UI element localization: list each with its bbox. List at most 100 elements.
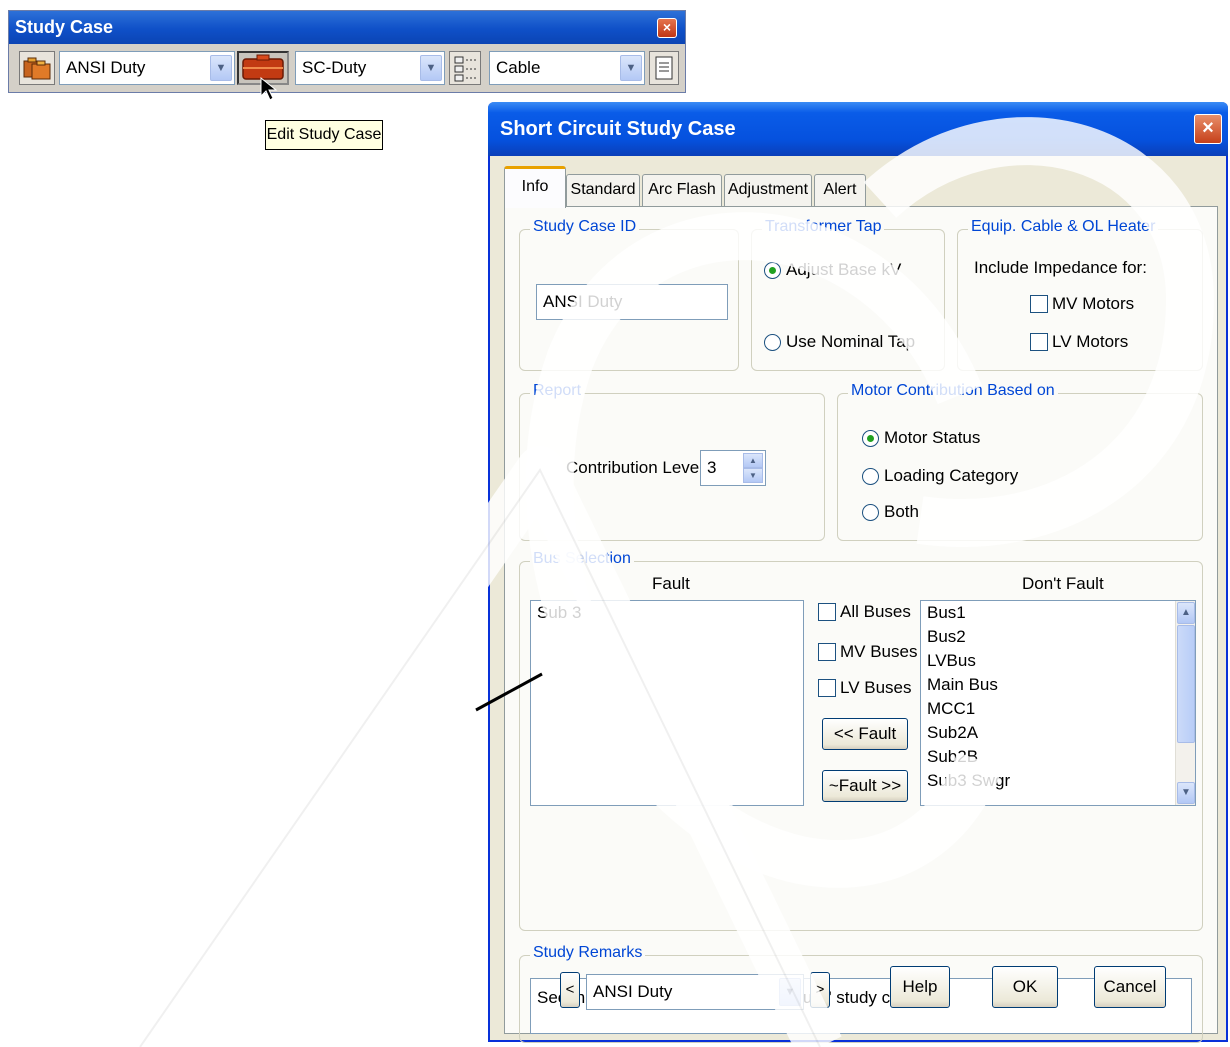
dont-fault-list-item[interactable]: Sub3 Swgr — [921, 769, 1195, 793]
sc-duty-combo[interactable]: SC-Duty ▼ — [295, 51, 445, 85]
study-case-id-group: Study Case ID ANSI Duty — [519, 218, 739, 371]
use-nominal-tap-radio[interactable]: Use Nominal Tap — [764, 332, 915, 352]
dont-fault-list-item[interactable]: Bus2 — [921, 625, 1195, 649]
report-document-icon[interactable] — [649, 51, 679, 85]
study-case-combo-value: ANSI Duty — [66, 58, 146, 77]
scroll-up-icon[interactable]: ▲ — [1177, 602, 1195, 624]
mv-motors-label: MV Motors — [1052, 294, 1135, 313]
pointer-line — [475, 672, 543, 712]
study-case-folder-icon[interactable] — [19, 51, 55, 85]
equip-cable-group: Equip. Cable & OL Heater Include Impedan… — [957, 218, 1203, 371]
loading-category-radio[interactable]: Loading Category — [862, 466, 1018, 486]
dont-fault-scrollbar[interactable]: ▲ ▼ — [1175, 601, 1195, 805]
toolbar-row: ANSI Duty ▼ SC-Duty ▼ Cable ▼ — [15, 48, 679, 88]
adjust-base-kv-label: Adjust Base kV — [786, 260, 902, 279]
checkbox-icon — [818, 603, 836, 621]
study-case-toolbar: Study Case × ANSI Duty ▼ SC-Duty ▼ Cable… — [8, 10, 686, 93]
help-button[interactable]: Help — [890, 966, 950, 1008]
edit-study-case-tooltip: Edit Study Case — [265, 120, 383, 150]
all-buses-checkbox[interactable]: All Buses — [818, 602, 911, 622]
mv-buses-checkbox[interactable]: MV Buses — [818, 642, 917, 662]
footer-case-combo[interactable]: ANSI Duty ▼ — [586, 974, 804, 1010]
transformer-tap-group: Transformer Tap Adjust Base kV Use Nomin… — [751, 218, 945, 371]
motor-contribution-label: Motor Contribution Based on — [848, 382, 1058, 400]
dont-fault-header: Don't Fault — [1022, 574, 1104, 593]
options-list-icon[interactable] — [449, 51, 481, 85]
both-radio[interactable]: Both — [862, 502, 919, 522]
lv-motors-checkbox[interactable]: LV Motors — [1030, 332, 1128, 352]
ok-button[interactable]: OK — [992, 966, 1058, 1008]
mv-buses-label: MV Buses — [840, 642, 918, 661]
tab-standard[interactable]: Standard — [566, 174, 640, 206]
dialog-title: Short Circuit Study Case — [488, 102, 1228, 156]
checkbox-icon — [1030, 333, 1048, 351]
add-fault-button[interactable]: << Fault — [822, 718, 908, 750]
short-circuit-study-case-dialog: Short Circuit Study Case × Study Case ID… — [488, 102, 1228, 1043]
tab-info[interactable]: Info — [504, 166, 566, 208]
cancel-button[interactable]: Cancel — [1094, 966, 1166, 1008]
dont-fault-list-item[interactable]: Sub2B — [921, 745, 1195, 769]
dont-fault-list-item[interactable]: Bus1 — [921, 601, 1195, 625]
dialog-close-button[interactable]: × — [1194, 114, 1222, 144]
bus-selection-label: Bus Selection — [530, 550, 634, 568]
study-case-id-input[interactable]: ANSI Duty — [536, 284, 728, 320]
next-case-button[interactable]: > — [810, 972, 830, 1008]
transformer-tap-label: Transformer Tap — [762, 218, 885, 236]
remove-fault-button[interactable]: ~Fault >> — [822, 770, 908, 802]
previous-case-button[interactable]: < — [560, 972, 580, 1008]
toolbar-title: Study Case — [9, 11, 685, 44]
cable-combo[interactable]: Cable ▼ — [489, 51, 645, 85]
dont-fault-items: Bus1 Bus2 LVBus Main Bus MCC1 Sub2A Sub2B Sub3 … — [921, 601, 1195, 793]
spin-down-icon[interactable]: ▼ — [743, 468, 763, 483]
loading-category-label: Loading Category — [884, 466, 1019, 485]
checkbox-icon — [1030, 295, 1048, 313]
dont-fault-list-item[interactable]: MCC1 — [921, 697, 1195, 721]
radio-selected-icon — [764, 261, 781, 279]
spin-up-icon[interactable]: ▲ — [743, 453, 763, 468]
report-label: Report — [530, 382, 585, 400]
checkbox-icon — [818, 643, 836, 661]
footer-case-value: ANSI Duty — [593, 982, 673, 1001]
dialog-title-text: Short Circuit Study Case — [500, 118, 736, 140]
dont-fault-list-item[interactable]: Sub2A — [921, 721, 1195, 745]
study-remarks-label: Study Remarks — [530, 944, 646, 962]
scroll-down-icon[interactable]: ▼ — [1177, 782, 1195, 804]
info-tab-panel: Study Case ID ANSI Duty Transformer Tap … — [504, 206, 1218, 1043]
fault-bus-list[interactable]: Sub 3 — [530, 600, 804, 806]
scrollbar-thumb[interactable] — [1177, 625, 1195, 743]
report-group: Report Contribution Level 3 ▲ ▼ — [519, 382, 825, 541]
motor-status-label: Motor Status — [884, 428, 981, 447]
all-buses-label: All Buses — [840, 602, 911, 621]
contribution-level-value: 3 — [707, 458, 717, 477]
contribution-level-label: Contribution Level — [566, 458, 704, 477]
motor-contribution-group: Motor Contribution Based on Motor Status… — [837, 382, 1203, 541]
mv-motors-checkbox[interactable]: MV Motors — [1030, 294, 1134, 314]
tab-arc-flash[interactable]: Arc Flash — [642, 174, 722, 206]
lv-buses-label: LV Buses — [840, 678, 912, 697]
dont-fault-bus-list[interactable]: Bus1 Bus2 LVBus Main Bus MCC1 Sub2A Sub2B Sub3 … — [920, 600, 1196, 806]
motor-status-radio[interactable]: Motor Status — [862, 428, 980, 448]
fault-header: Fault — [652, 574, 690, 593]
sc-duty-combo-value: SC-Duty — [302, 58, 367, 77]
bus-selection-group: Bus Selection Fault Don't Fault Sub 3 Al… — [519, 550, 1203, 931]
lv-buses-checkbox[interactable]: LV Buses — [818, 678, 912, 698]
radio-unselected-icon — [862, 467, 879, 485]
study-case-combo[interactable]: ANSI Duty ▼ — [59, 51, 235, 85]
study-case-id-label: Study Case ID — [530, 218, 640, 236]
tab-alert[interactable]: Alert — [814, 174, 866, 206]
tab-adjustment[interactable]: Adjustment — [724, 174, 812, 206]
cable-combo-value: Cable — [496, 58, 541, 77]
radio-unselected-icon — [764, 333, 781, 351]
toolbar-close-button[interactable]: × — [657, 18, 677, 38]
dont-fault-list-item[interactable]: LVBus — [921, 649, 1195, 673]
dont-fault-list-item[interactable]: Main Bus — [921, 673, 1195, 697]
chevron-down-icon[interactable]: ▼ — [210, 55, 232, 81]
chevron-down-icon[interactable]: ▼ — [620, 55, 642, 81]
use-nominal-tap-label: Use Nominal Tap — [786, 332, 916, 351]
chevron-down-icon[interactable]: ▼ — [420, 55, 442, 81]
fault-list-item[interactable]: Sub 3 — [531, 601, 803, 625]
chevron-down-icon[interactable]: ▼ — [779, 978, 801, 1006]
contribution-level-spinner[interactable]: 3 ▲ ▼ — [700, 450, 766, 486]
mouse-cursor-icon — [260, 76, 278, 101]
adjust-base-kv-radio[interactable]: Adjust Base kV — [764, 260, 901, 280]
